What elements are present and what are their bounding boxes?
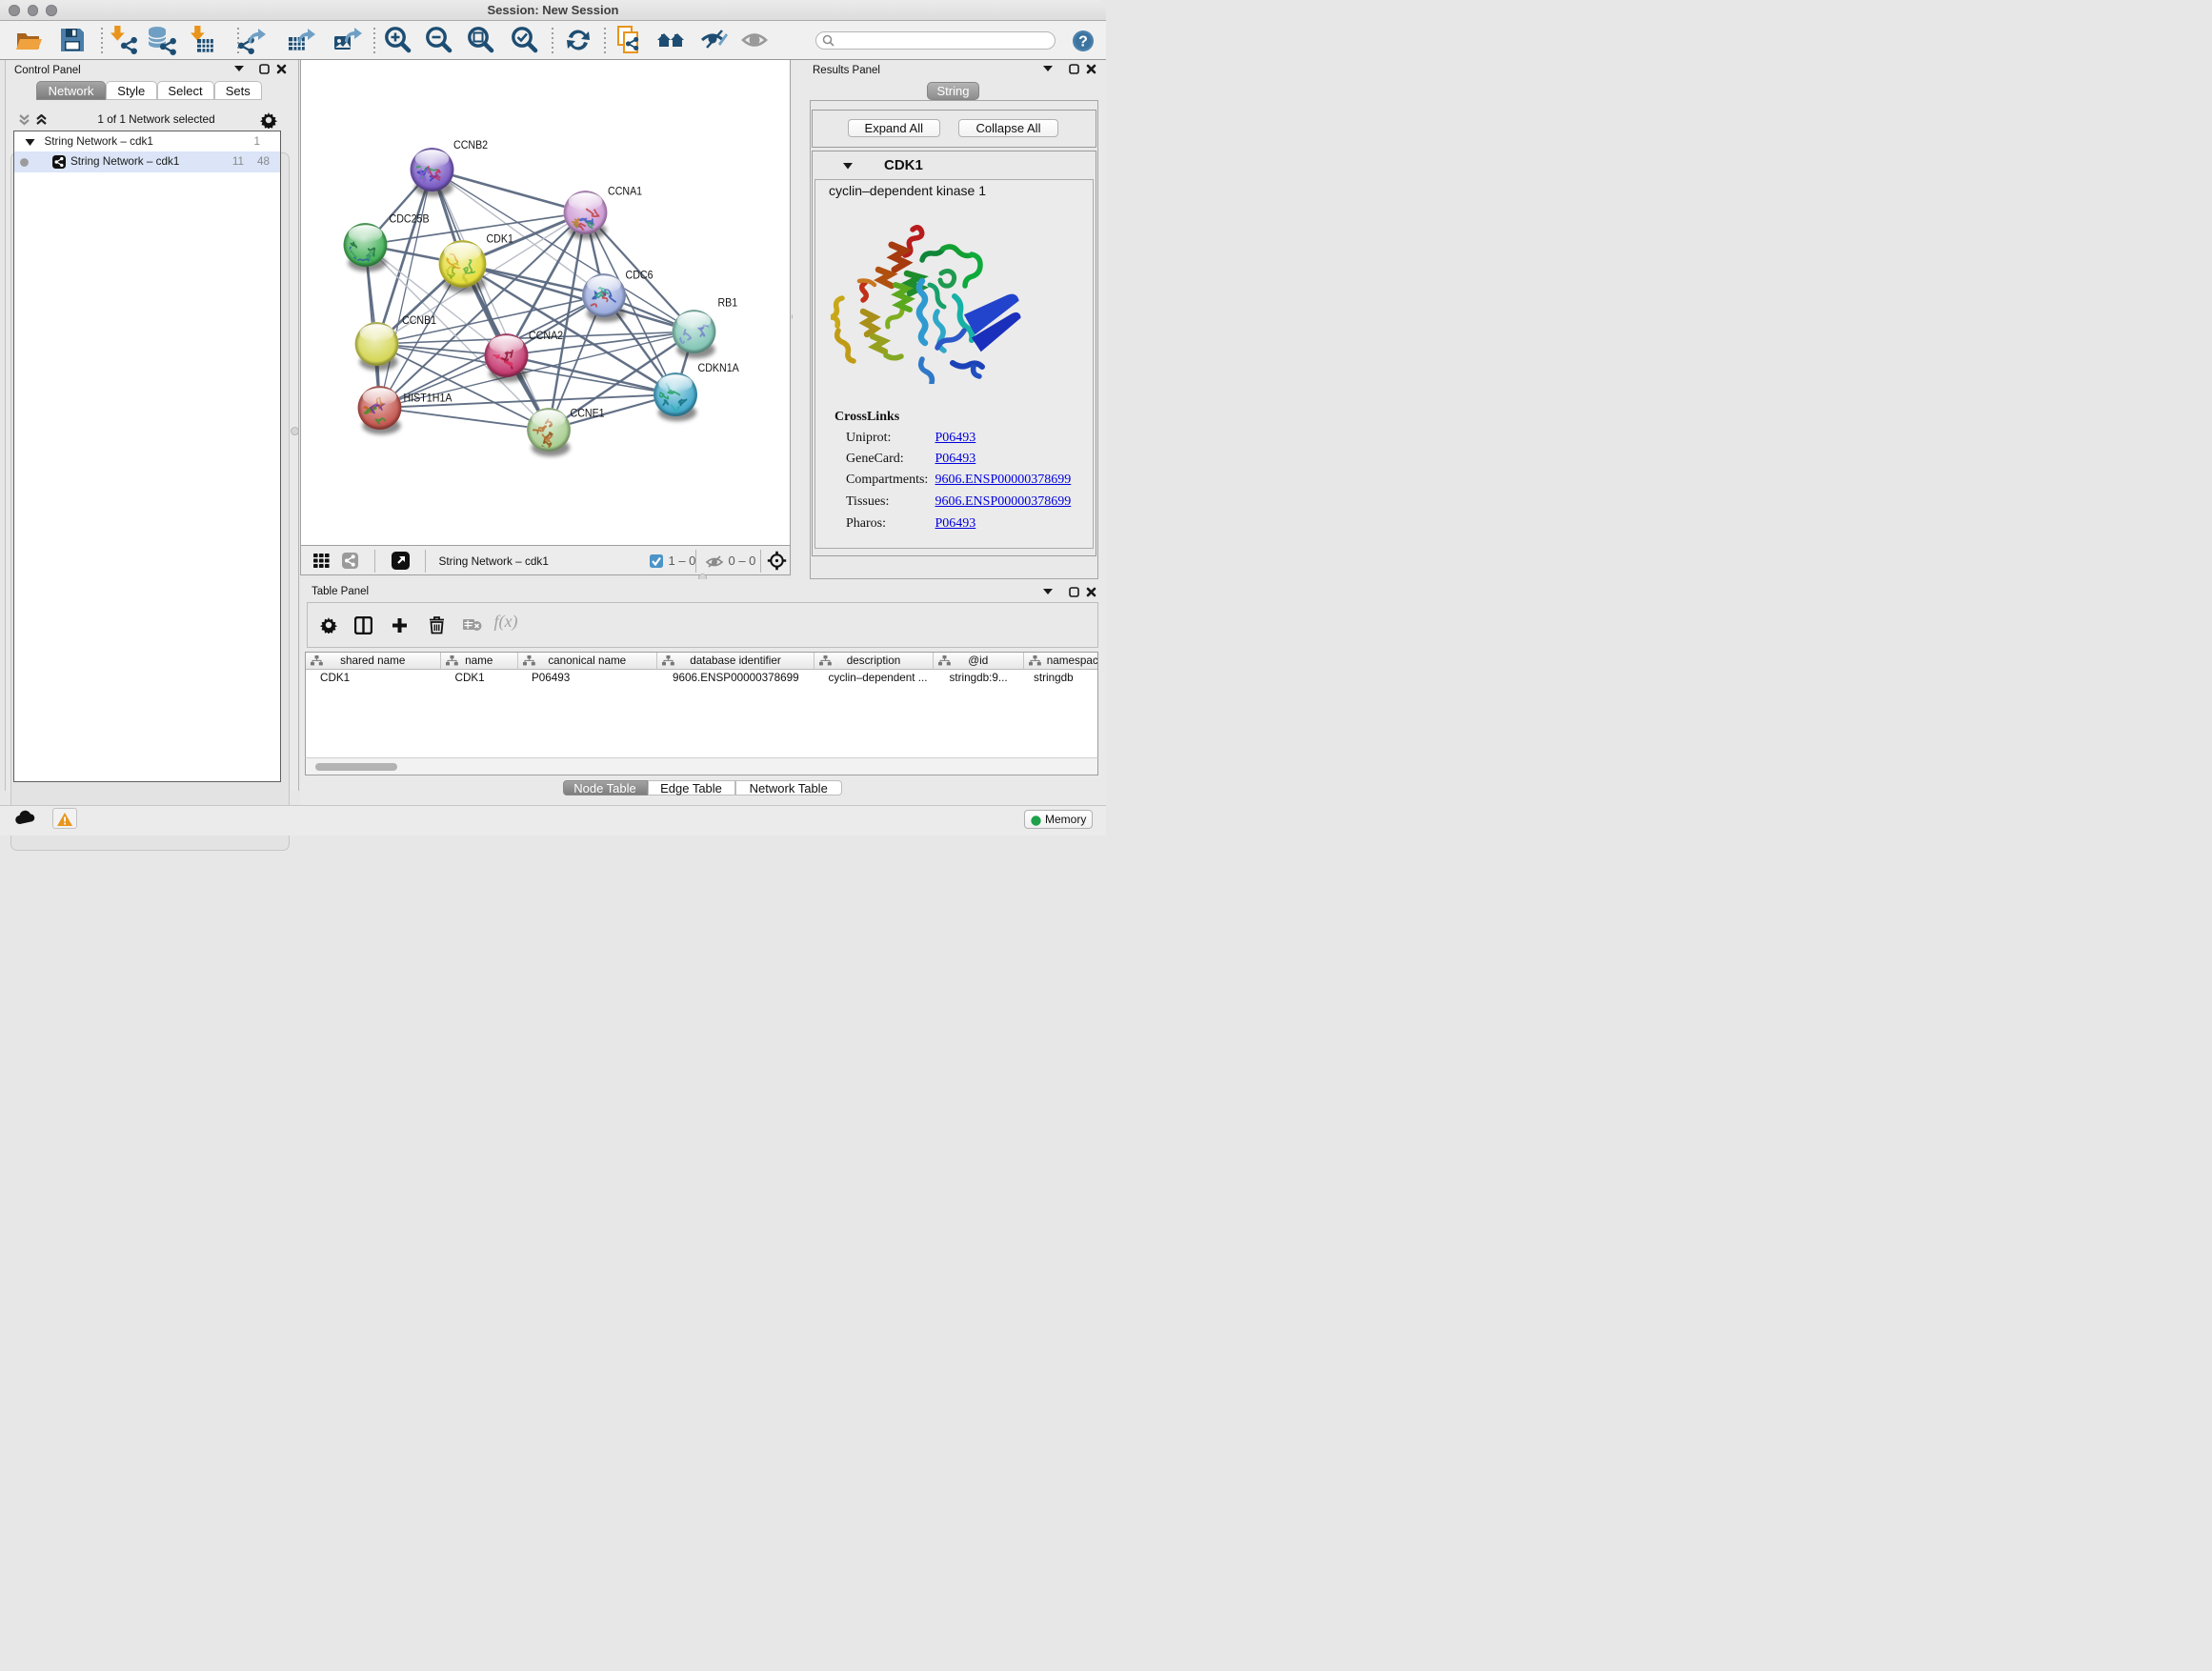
svg-text:CCNB2: CCNB2	[453, 138, 488, 151]
svg-text:CCNA2: CCNA2	[529, 329, 563, 342]
svg-text:CDK1: CDK1	[486, 232, 513, 246]
svg-text:CDC6: CDC6	[625, 269, 653, 282]
svg-text:CCNE1: CCNE1	[570, 407, 604, 420]
svg-text:CDKN1A: CDKN1A	[697, 361, 739, 374]
svg-text:?: ?	[1078, 33, 1088, 50]
svg-text:CCNA1: CCNA1	[608, 185, 642, 198]
svg-text:HIST1H1A: HIST1H1A	[403, 392, 452, 405]
svg-text:CCNB1: CCNB1	[402, 313, 436, 327]
svg-text:RB1: RB1	[717, 296, 737, 310]
svg-text:CDC25B: CDC25B	[389, 212, 429, 226]
